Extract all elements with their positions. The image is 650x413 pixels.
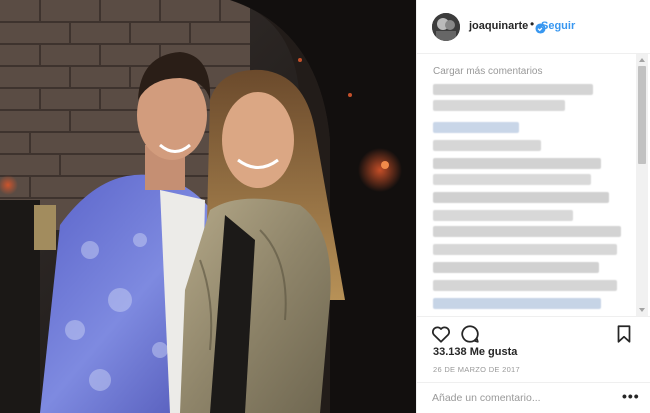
blurred-comment-line — [433, 280, 617, 291]
blurred-comment-line — [433, 100, 565, 111]
post-panel: joaquinarte • Seguir Cargar más comentar… — [416, 0, 650, 413]
post-header: joaquinarte • Seguir — [417, 0, 650, 54]
separator-dot: • — [530, 17, 535, 31]
blurred-comment-line — [433, 226, 621, 237]
comments-scrollbar[interactable] — [636, 54, 648, 316]
scroll-down-icon[interactable] — [636, 306, 648, 314]
load-more-comments-link[interactable]: Cargar más comentarios — [433, 66, 542, 77]
blurred-comment-line — [433, 244, 617, 255]
blurred-comment-line — [433, 210, 573, 221]
post-photo[interactable] — [0, 0, 416, 413]
blurred-comment-line — [433, 158, 601, 169]
follow-button[interactable]: Seguir — [541, 20, 575, 32]
username-link[interactable]: joaquinarte — [469, 20, 528, 32]
blurred-comment-line — [433, 84, 593, 95]
blurred-comment-line — [433, 174, 591, 185]
heart-icon[interactable] — [430, 323, 452, 345]
comments-list[interactable]: Cargar más comentarios — [417, 54, 650, 316]
blurred-comment-line — [433, 298, 601, 309]
blurred-comment-line — [433, 122, 519, 133]
scroll-up-icon[interactable] — [636, 56, 648, 64]
bookmark-icon[interactable] — [613, 323, 635, 345]
comment-icon[interactable] — [459, 323, 481, 345]
scroll-thumb[interactable] — [638, 66, 646, 164]
likes-count[interactable]: 33.138 Me gusta — [433, 346, 517, 358]
comment-input[interactable] — [432, 392, 612, 404]
avatar[interactable] — [432, 13, 460, 41]
blurred-comment-line — [433, 192, 609, 203]
add-comment-bar: ••• — [417, 382, 650, 413]
blurred-comment-line — [433, 262, 599, 273]
blurred-comment-line — [433, 140, 541, 151]
post-date[interactable]: 26 DE MARZO DE 2017 — [433, 365, 520, 374]
more-options-icon[interactable]: ••• — [622, 388, 640, 404]
